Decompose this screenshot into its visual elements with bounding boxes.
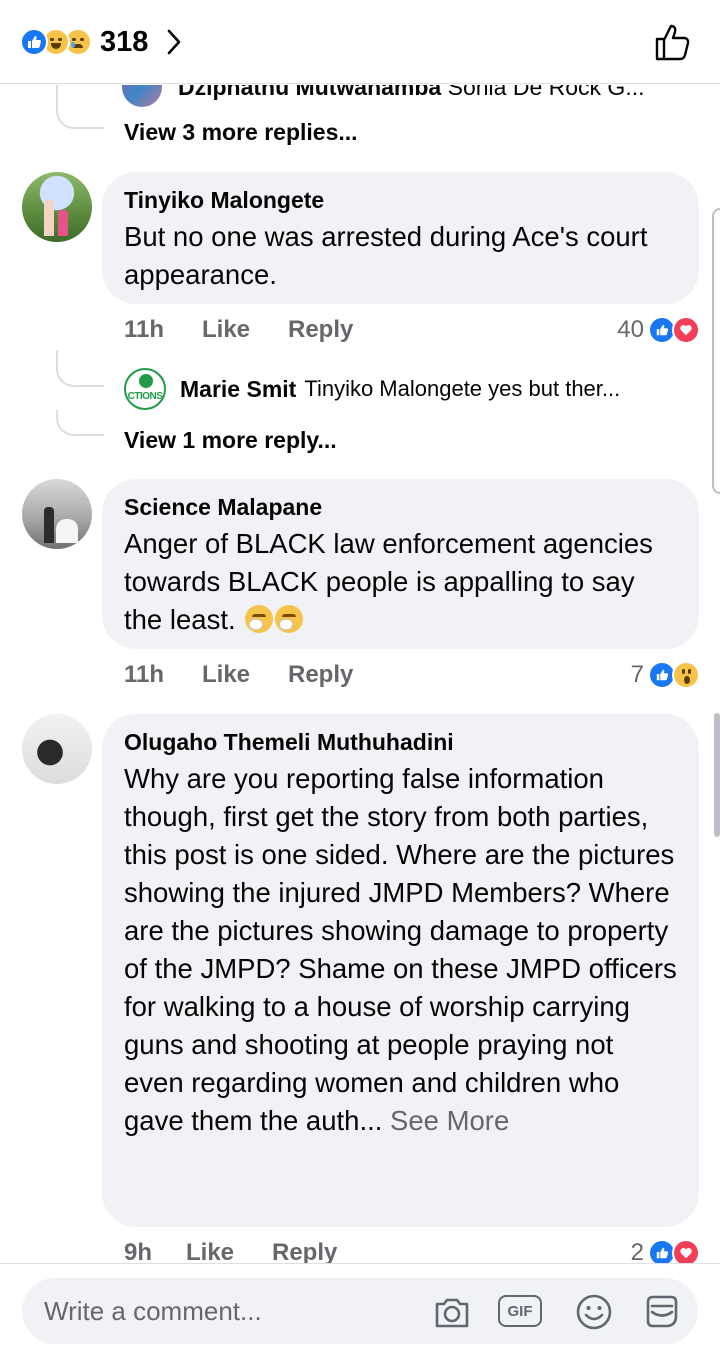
- avatar[interactable]: CTIONS: [124, 368, 166, 410]
- reply-text: Sonia De Rock G...: [447, 85, 645, 100]
- comment-reactions[interactable]: 2: [631, 1235, 700, 1263]
- avatar[interactable]: [122, 85, 162, 107]
- thread-connector: [56, 363, 104, 387]
- comment-input[interactable]: [44, 1278, 424, 1344]
- reply-button[interactable]: Reply: [288, 316, 353, 344]
- comment-time[interactable]: 9h: [124, 1239, 186, 1263]
- love-icon: [672, 316, 700, 344]
- avatar[interactable]: [22, 172, 92, 242]
- sticker-icon[interactable]: [642, 1292, 682, 1332]
- like-button[interactable]: Like: [202, 316, 288, 344]
- reaction-count: 318: [100, 25, 149, 58]
- comment-text: Anger of BLACK law enforcement agencies …: [124, 528, 653, 635]
- comments-feed[interactable]: Dziphathu Mutwanamba Sonia De Rock G... …: [0, 85, 720, 1263]
- reaction-count: 7: [630, 661, 644, 688]
- scrollbar-track: [712, 208, 720, 494]
- emoji-icon[interactable]: [574, 1292, 614, 1332]
- gif-icon[interactable]: GIF: [498, 1295, 542, 1327]
- comment-bubble[interactable]: Science Malapane Anger of BLACK law enfo…: [102, 479, 699, 649]
- view-more-replies-link[interactable]: View 1 more reply...: [124, 427, 337, 454]
- comment-author[interactable]: Tinyiko Malongete: [124, 184, 677, 216]
- nested-reply[interactable]: CTIONS Marie Smit Tinyiko Malongete yes …: [124, 368, 621, 410]
- thread-line: [56, 85, 58, 105]
- comment-text: Why are you reporting false information …: [124, 763, 677, 1136]
- comment-time[interactable]: 11h: [124, 661, 202, 689]
- comment-time[interactable]: 11h: [124, 316, 202, 344]
- reactions-header: 318: [0, 0, 720, 84]
- view-more-replies-link[interactable]: View 3 more replies...: [124, 119, 358, 146]
- reply-author[interactable]: Dziphathu Mutwanamba: [178, 85, 441, 100]
- reply-text: Tinyiko Malongete yes but ther...: [304, 376, 621, 401]
- thinking-face-icon: [245, 605, 274, 633]
- chevron-right-icon: [168, 29, 181, 55]
- thread-connector: [56, 105, 104, 129]
- comment-reactions[interactable]: 7: [631, 657, 700, 693]
- reply-button[interactable]: Reply: [288, 661, 353, 689]
- reactions-summary[interactable]: 318: [20, 24, 182, 60]
- avatar[interactable]: [22, 714, 92, 784]
- comment-author[interactable]: Science Malapane: [124, 491, 677, 523]
- thumbs-up-outline-icon[interactable]: [654, 22, 692, 62]
- avatar[interactable]: [22, 479, 92, 549]
- comment-author[interactable]: Olugaho Themeli Muthuhadini: [124, 726, 677, 758]
- comment-text: But no one was arrested during Ace's cou…: [124, 221, 648, 290]
- comment-bubble[interactable]: Olugaho Themeli Muthuhadini Why are you …: [102, 714, 699, 1227]
- comment-composer: GIF: [0, 1263, 720, 1356]
- love-icon: [672, 1239, 700, 1263]
- thinking-face-icon: [275, 605, 304, 633]
- comment-input-box[interactable]: GIF: [22, 1278, 698, 1344]
- reaction-count: 40: [617, 316, 644, 343]
- scrollbar-thumb[interactable]: [714, 713, 720, 837]
- like-button[interactable]: Like: [186, 1239, 272, 1263]
- like-icon: [20, 28, 48, 56]
- clipped-reply: Dziphathu Mutwanamba Sonia De Rock G...: [122, 85, 644, 107]
- comment-bubble[interactable]: Tinyiko Malongete But no one was arreste…: [102, 172, 699, 304]
- reaction-count: 2: [630, 1239, 644, 1263]
- wow-icon: [672, 661, 700, 689]
- comment-actions: 11h Like Reply: [124, 657, 353, 693]
- comment-reactions[interactable]: 40: [617, 312, 700, 348]
- thread-connector: [56, 410, 104, 436]
- comment-actions: 11h Like Reply: [124, 312, 353, 348]
- reply-author[interactable]: Marie Smit: [180, 376, 296, 403]
- reply-button[interactable]: Reply: [272, 1239, 337, 1263]
- see-more-link[interactable]: See More: [390, 1105, 509, 1136]
- comment-actions: 9h Like Reply: [124, 1235, 337, 1263]
- avatar-label: CTIONS: [127, 391, 163, 402]
- like-button[interactable]: Like: [202, 661, 288, 689]
- camera-icon[interactable]: [432, 1292, 472, 1332]
